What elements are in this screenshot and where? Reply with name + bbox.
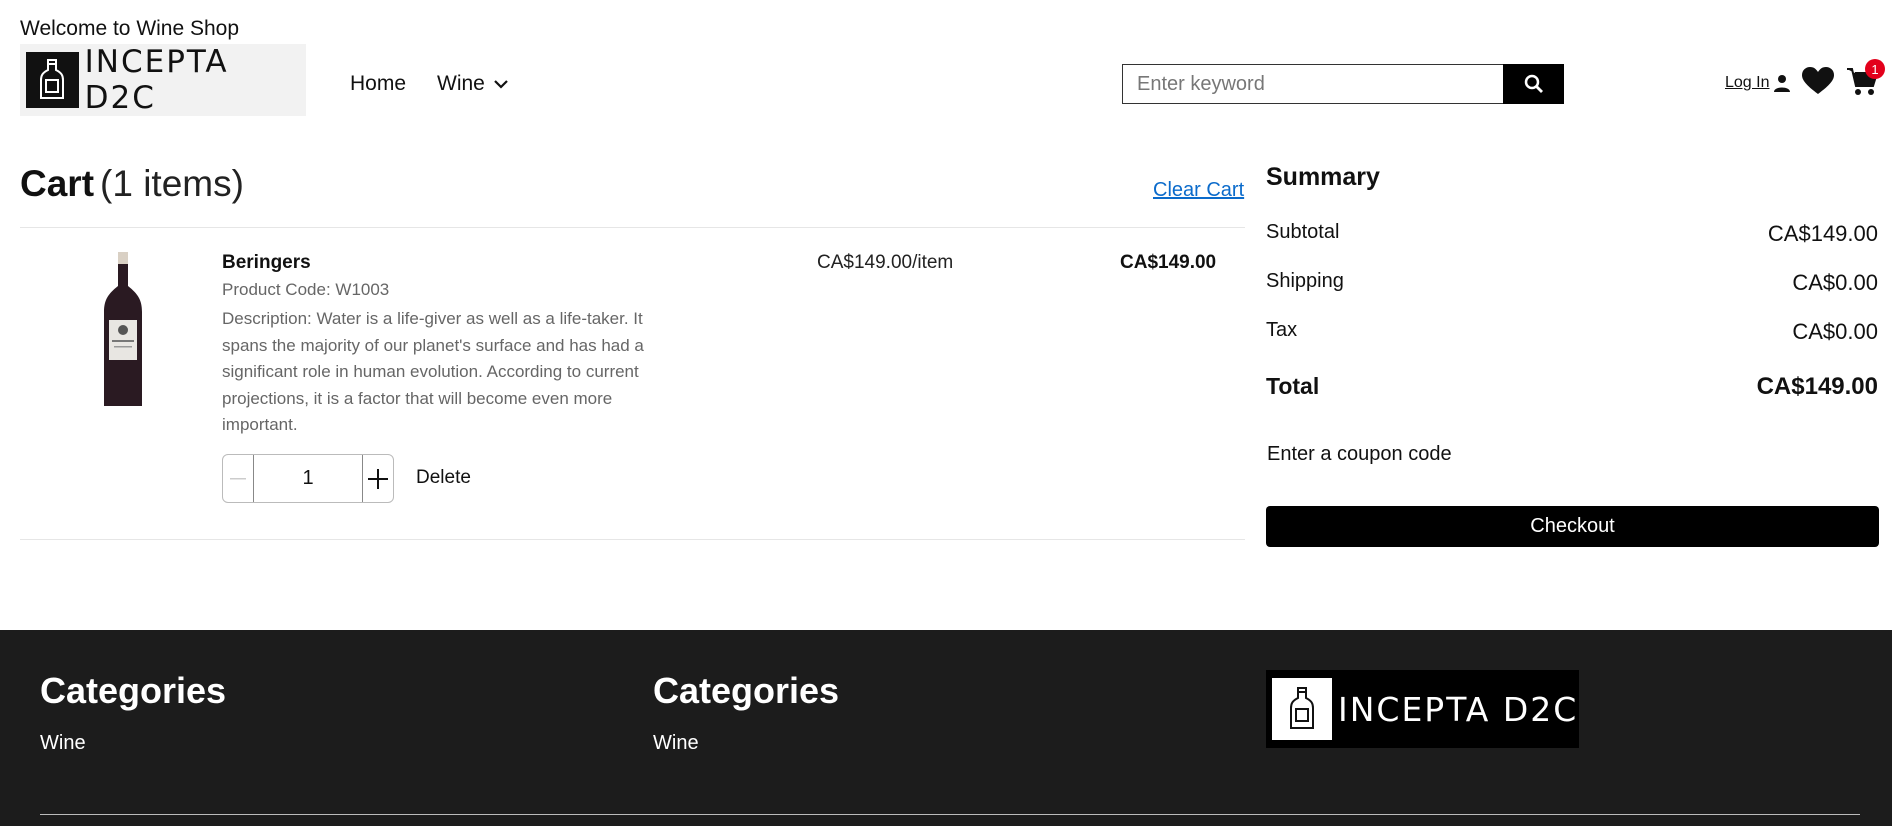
delete-item-button[interactable]: Delete	[416, 467, 471, 489]
minus-icon	[230, 477, 246, 479]
checkout-button[interactable]: Checkout	[1266, 506, 1879, 547]
subtotal-value: CA$149.00	[1767, 221, 1878, 246]
welcome-text: Welcome to Wine Shop	[20, 17, 240, 40]
page-title: Cart (1 items)	[20, 163, 244, 205]
summary-title: Summary	[1266, 163, 1380, 191]
footer-categories-title: Categories	[40, 670, 227, 711]
shipping-value: CA$0.00	[1792, 270, 1878, 295]
logo-text: INCEPTA D2C	[84, 44, 229, 116]
footer-logo[interactable]: INCEPTA D2C	[1266, 670, 1579, 748]
cart-item-count: (1 items)	[100, 163, 244, 204]
wishlist-button[interactable]	[1802, 67, 1834, 100]
cart-title-label: Cart	[20, 163, 95, 204]
footer-logo-text: INCEPTA D2C	[1338, 689, 1579, 729]
total-value: CA$149.00	[1756, 373, 1878, 400]
product-code: Product Code: W1003	[222, 280, 390, 299]
search-button[interactable]	[1503, 64, 1564, 104]
bottle-logo-icon	[1272, 678, 1332, 740]
site-logo[interactable]: INCEPTA D2C	[20, 44, 306, 116]
footer-divider	[40, 814, 1860, 815]
nav-wine-label: Wine	[437, 72, 485, 95]
bottle-logo-icon	[26, 52, 79, 108]
cart-count-badge: 1	[1865, 59, 1885, 79]
subtotal-row: Subtotal CA$149.00	[1266, 221, 1878, 247]
line-total: CA$149.00	[1120, 252, 1217, 273]
chevron-down-icon	[494, 80, 508, 89]
nav-wine-menu[interactable]: Wine	[437, 72, 509, 96]
quantity-input[interactable]	[253, 455, 363, 502]
divider	[20, 539, 1245, 540]
user-icon	[1774, 75, 1791, 92]
shipping-label: Shipping	[1266, 270, 1344, 292]
coupon-code-toggle[interactable]: Enter a coupon code	[1267, 443, 1452, 466]
product-image[interactable]	[98, 250, 148, 410]
clear-cart-link[interactable]: Clear Cart	[1153, 179, 1244, 202]
increase-quantity-button[interactable]	[363, 455, 393, 502]
login-label: Log In	[1725, 74, 1770, 91]
login-link[interactable]: Log In	[1725, 74, 1791, 92]
footer-categories-title: Categories	[653, 670, 840, 711]
nav-home[interactable]: Home	[350, 72, 406, 96]
decrease-quantity-button[interactable]	[223, 455, 253, 502]
product-description: Description: Water is a life-giver as we…	[222, 309, 644, 434]
divider	[20, 227, 1245, 228]
total-label: Total	[1266, 373, 1320, 399]
footer: Categories Wine Categories Wine INCEPTA …	[0, 630, 1892, 826]
total-row: Total CA$149.00	[1266, 373, 1878, 401]
tax-row: Tax CA$0.00	[1266, 319, 1878, 345]
tax-value: CA$0.00	[1792, 319, 1878, 344]
search-bar	[1122, 64, 1564, 104]
shipping-row: Shipping CA$0.00	[1266, 270, 1878, 296]
footer-link-wine[interactable]: Wine	[40, 732, 86, 755]
heart-icon	[1802, 67, 1834, 94]
subtotal-label: Subtotal	[1266, 221, 1340, 243]
search-input[interactable]	[1122, 64, 1503, 104]
plus-icon	[368, 468, 388, 489]
product-name[interactable]: Beringers	[222, 252, 311, 274]
search-icon	[1524, 74, 1543, 93]
footer-link-wine[interactable]: Wine	[653, 732, 699, 755]
unit-price: CA$149.00/item	[817, 252, 954, 273]
quantity-stepper	[222, 454, 394, 503]
tax-label: Tax	[1266, 319, 1298, 341]
